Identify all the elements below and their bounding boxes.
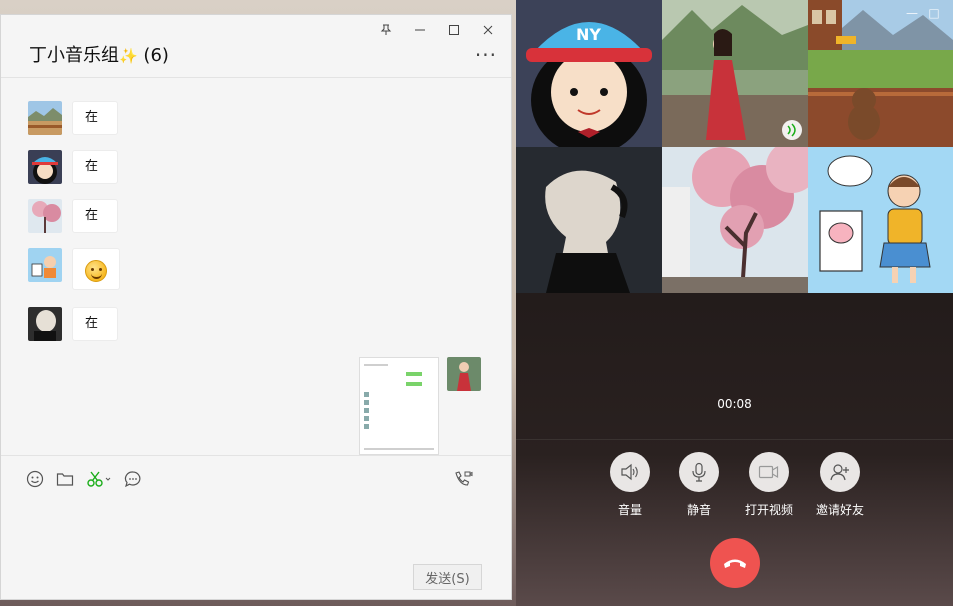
- hangup-icon: [724, 559, 746, 568]
- message-item: 在: [28, 101, 118, 135]
- minimize-icon[interactable]: —: [901, 6, 923, 20]
- landscape-avatar[interactable]: [28, 101, 62, 135]
- screenshot-image[interactable]: [359, 357, 439, 455]
- input-toolbar: [25, 469, 153, 489]
- participant-tile[interactable]: NY: [516, 0, 662, 147]
- message-list[interactable]: 在 在 在 在: [1, 77, 511, 455]
- chat-title: 丁小音乐组✨ (6): [29, 41, 169, 67]
- camera-icon[interactable]: [749, 452, 789, 492]
- more-options-icon[interactable]: ···: [475, 43, 497, 67]
- video-call-icon[interactable]: [453, 469, 473, 489]
- sent-message: [359, 357, 481, 455]
- cartoon-girl-ny-cap: NY: [516, 0, 662, 147]
- message-item: 在: [28, 307, 118, 341]
- volume-label: 音量: [617, 503, 642, 517]
- participant-tile[interactable]: [808, 0, 953, 147]
- call-timer: 00:08: [717, 397, 752, 411]
- blonde-hair-woman: [516, 147, 662, 293]
- red-dress-avatar[interactable]: [447, 357, 481, 391]
- window-controls: [369, 19, 505, 41]
- message-item: [28, 248, 120, 290]
- sparkle-icon: ✨: [119, 47, 138, 65]
- divider: [1, 455, 511, 456]
- cherry-blossom-avatar[interactable]: [28, 199, 62, 233]
- microphone-icon[interactable]: [679, 452, 719, 492]
- minimize-icon[interactable]: [403, 19, 437, 41]
- maximize-icon[interactable]: [437, 19, 471, 41]
- video-control[interactable]: 打开视频: [729, 452, 809, 518]
- volume-control[interactable]: 音量: [590, 452, 670, 518]
- chat-history-icon[interactable]: [123, 469, 143, 489]
- smile-emoji-icon: [85, 259, 107, 282]
- message-item: 在: [28, 150, 118, 184]
- participant-tile[interactable]: [662, 147, 808, 293]
- invite-label: 邀请好友: [815, 503, 864, 517]
- woman-red-dress: [662, 0, 808, 147]
- send-button[interactable]: 发送(S): [413, 564, 482, 590]
- message-bubble[interactable]: 在: [72, 101, 118, 135]
- folder-icon[interactable]: [55, 469, 75, 489]
- mountain-chalet: [808, 0, 953, 147]
- svg-text:NY: NY: [576, 25, 601, 44]
- maximize-icon[interactable]: □: [923, 6, 945, 20]
- close-icon[interactable]: [471, 19, 505, 41]
- chat-window: 丁小音乐组✨ (6) ··· 在 在 在 在 发送(S): [0, 14, 512, 600]
- hangup-button[interactable]: [710, 538, 760, 588]
- pig-illustration: [808, 147, 953, 293]
- pig-cartoon-avatar[interactable]: [28, 248, 62, 282]
- speaker-icon[interactable]: [610, 452, 650, 492]
- message-bubble[interactable]: [72, 248, 120, 290]
- invite-control[interactable]: 邀请好友: [800, 452, 880, 518]
- message-bubble[interactable]: 在: [72, 199, 118, 233]
- voice-call-window: NY — □ 00:08 音量 静音 打开视频 邀请好友: [516, 0, 953, 606]
- cartoon-girl-avatar[interactable]: [28, 150, 62, 184]
- video-label: 打开视频: [744, 503, 793, 517]
- pin-icon[interactable]: [369, 19, 403, 41]
- participant-tile[interactable]: [516, 147, 662, 293]
- divider: [516, 439, 953, 440]
- blonde-girl-avatar[interactable]: [28, 307, 62, 341]
- participant-tile[interactable]: [662, 0, 808, 147]
- mute-control[interactable]: 静音: [659, 452, 739, 518]
- message-bubble[interactable]: 在: [72, 150, 118, 184]
- participant-tile[interactable]: [808, 147, 953, 293]
- mute-label: 静音: [686, 503, 711, 517]
- call-window-controls: — □: [901, 6, 945, 20]
- emoji-icon[interactable]: [25, 469, 45, 489]
- add-friend-icon[interactable]: [820, 452, 860, 492]
- group-name: 丁小音乐组: [29, 45, 119, 66]
- cherry-blossom-tree: [662, 147, 808, 293]
- message-item: 在: [28, 199, 118, 233]
- scissors-icon[interactable]: [85, 469, 113, 489]
- member-count: (6): [143, 45, 169, 66]
- participant-grid: NY: [516, 0, 953, 293]
- message-bubble[interactable]: 在: [72, 307, 118, 341]
